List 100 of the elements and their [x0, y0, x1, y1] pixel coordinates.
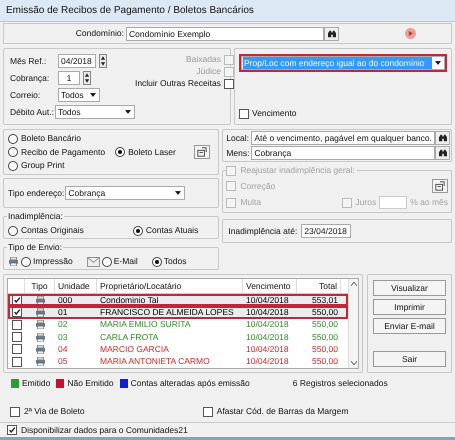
radio-button[interactable]: [132, 226, 143, 236]
table-cell-text: 550,00: [311, 356, 339, 368]
label: Cobrança:: [10, 72, 50, 84]
spin-buttons-icon[interactable]: [99, 54, 107, 68]
checkbox[interactable]: [224, 78, 234, 88]
settings-icon[interactable]: [194, 145, 210, 159]
label: Contas Originais: [21, 225, 84, 236]
radio-button[interactable]: [152, 256, 162, 266]
binoculars-icon[interactable]: [435, 146, 450, 160]
input-field[interactable]: 1: [58, 71, 80, 85]
checkbox[interactable]: [12, 307, 22, 318]
table-cell-text: 550,00: [311, 319, 339, 330]
label: Boleto Bancário: [21, 133, 82, 144]
checkbox[interactable]: [10, 406, 20, 416]
table-row[interactable]: 000 Condominio Tal 10/04/2018 553,01: [8, 294, 348, 306]
table-cell-text: 550,00: [311, 332, 339, 343]
label: Condomínio:: [74, 28, 125, 39]
label: Tipo endereço:: [8, 188, 64, 198]
input-field[interactable]: Até o vencimento, pagável em qualquer banco.: [251, 131, 435, 145]
label: Mens:: [225, 148, 250, 158]
label: Incluir Outras Receitas: [134, 78, 221, 89]
table-cell-text: 10/04/2018: [245, 294, 290, 306]
table-cell-text: CARLA FROTA: [99, 332, 160, 343]
group-title: Tipo de Envio:: [7, 242, 64, 253]
table-row[interactable]: 01 FRANCISCO DE ALMEIDA LOPES 10/04/2018 550,00: [8, 306, 348, 319]
checkbox[interactable]: [12, 344, 22, 354]
settings-icon[interactable]: [432, 179, 448, 193]
checkbox[interactable]: [12, 295, 22, 306]
table-row[interactable]: 04 MARCIO GARCIA 10/04/2018 550,00: [8, 343, 348, 356]
table-cell-text: Condominio Tal: [99, 294, 160, 306]
label: % ao mês: [410, 197, 448, 208]
table-cell-text: 02: [57, 319, 68, 330]
checkbox[interactable]: [202, 406, 213, 416]
column-header[interactable]: Total: [297, 279, 341, 293]
checkbox[interactable]: [239, 108, 249, 118]
scroll-down-icon[interactable]: [350, 361, 356, 365]
label: Local:: [225, 132, 250, 144]
table-row[interactable]: 03 CARLA FROTA 10/04/2018 550,00: [8, 330, 348, 344]
binoculars-icon[interactable]: [324, 26, 339, 40]
action-button[interactable]: Enviar E-mail: [373, 318, 446, 334]
input-field[interactable]: [379, 196, 408, 209]
checkbox[interactable]: [226, 166, 236, 176]
scrollbar[interactable]: [348, 279, 358, 368]
label: Impressão: [33, 256, 73, 267]
printer-icon: [34, 296, 46, 305]
column-header[interactable]: Unidade: [55, 279, 97, 293]
radio-button[interactable]: [8, 160, 18, 170]
dropdown[interactable]: Todos: [54, 105, 135, 119]
table-cell-text: MARCIO GARCIA: [99, 344, 170, 355]
dropdown[interactable]: Cobrança: [65, 186, 186, 200]
radio-button[interactable]: [115, 147, 126, 157]
checkbox[interactable]: [226, 198, 236, 208]
play-icon[interactable]: [405, 28, 416, 39]
label: Contas Atuais: [146, 225, 198, 236]
binoculars-icon[interactable]: [435, 131, 450, 145]
dropdown[interactable]: Todos: [58, 88, 100, 102]
label: Vencimento: [252, 108, 296, 119]
table-row[interactable]: 02 MARIA EMILIO SURITA 10/04/2018 550,00: [8, 318, 348, 331]
column-header[interactable]: Tipo: [25, 279, 55, 293]
group-title: Inadimplência:: [7, 211, 64, 222]
action-button[interactable]: Visualizar: [373, 280, 446, 296]
checkbox[interactable]: [342, 198, 352, 208]
radio-button[interactable]: [8, 147, 18, 157]
label: Boleto Laser: [128, 146, 176, 158]
spin-buttons-icon[interactable]: [83, 71, 91, 85]
table-cell-text: 01: [57, 306, 68, 318]
input-field[interactable]: Condomínio Exemplo: [126, 26, 324, 40]
input-field[interactable]: 23/04/2018: [301, 224, 352, 238]
checkbox[interactable]: [12, 332, 22, 342]
action-button[interactable]: Imprimir: [373, 299, 446, 315]
checkbox[interactable]: [226, 181, 236, 191]
column-header[interactable]: Vencimento: [243, 279, 297, 293]
status-text: 6 Registros selecionados: [292, 378, 388, 389]
printer-icon: [8, 257, 19, 266]
table-cell-text: 553,01: [311, 294, 339, 306]
radio-button[interactable]: [102, 256, 112, 266]
label: Group Print: [21, 160, 64, 171]
column-header[interactable]: Proprietário/Locatário: [97, 279, 243, 293]
radio-button[interactable]: [8, 134, 18, 144]
table-cell-text: MARIA ANTONIETA CARMO: [99, 356, 211, 368]
input-field[interactable]: 04/2018: [58, 54, 96, 68]
table-cell-text: 10/04/2018: [245, 319, 290, 330]
checkbox[interactable]: [12, 356, 22, 367]
label: Correio:: [10, 90, 42, 100]
checkbox[interactable]: [12, 320, 22, 330]
printer-icon: [34, 320, 46, 330]
label: Inadimplência até:: [228, 226, 298, 236]
action-button[interactable]: Sair: [373, 351, 446, 367]
scroll-up-icon[interactable]: [350, 282, 356, 286]
checkbox[interactable]: [7, 425, 17, 435]
input-field[interactable]: Cobrança: [251, 146, 435, 160]
label: Júdice: [196, 66, 221, 77]
table-cell-text: FRANCISCO DE ALMEIDA LOPES: [99, 306, 235, 318]
table-cell-text: 04: [57, 344, 68, 355]
table-row[interactable]: 05 MARIA ANTONIETA CARMO 10/04/2018 550,00: [8, 356, 348, 368]
label: Afastar Cód. de Barras da Margem: [216, 406, 348, 417]
table-cell-text: 10/04/2018: [245, 344, 290, 355]
radio-button[interactable]: [8, 226, 18, 236]
radio-button[interactable]: [21, 256, 31, 266]
label: Recibo de Pagamento: [21, 146, 106, 158]
